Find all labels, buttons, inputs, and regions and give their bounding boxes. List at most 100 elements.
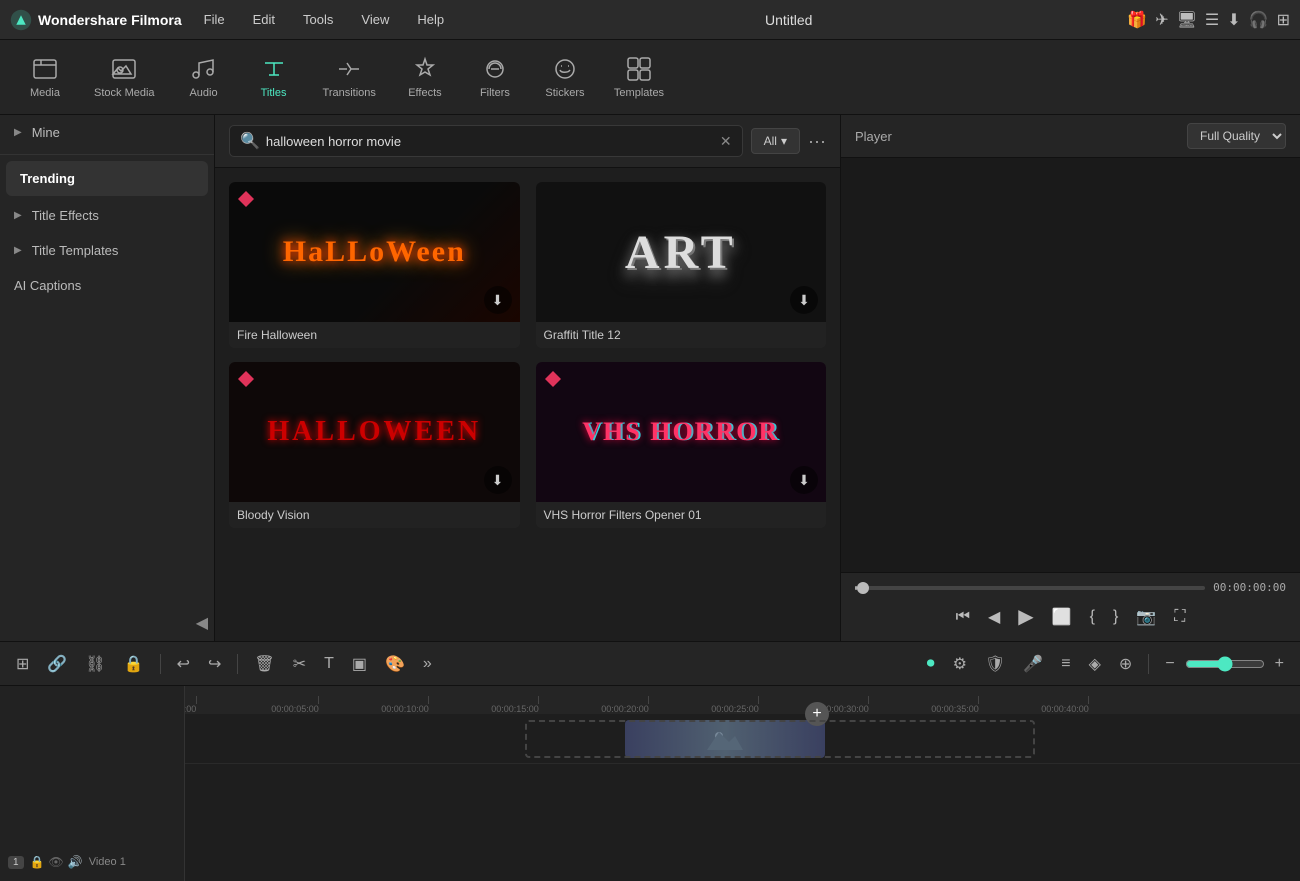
prev-frame-button[interactable]: ⏮ [952, 604, 974, 630]
more-options-button[interactable]: ··· [808, 131, 826, 152]
toolbar-transitions-label: Transitions [323, 87, 376, 99]
ai-tl-button[interactable]: ◈ [1083, 650, 1107, 678]
search-input[interactable] [266, 134, 714, 149]
record-button[interactable]: ⏺ [921, 651, 941, 677]
body-area: ▶ Mine Trending ▶ Title Effects ▶ Title … [0, 115, 1300, 641]
zoom-slider[interactable] [1185, 656, 1265, 672]
sidebar-item-title-templates[interactable]: ▶ Title Templates [0, 233, 214, 268]
toolbar-stickers[interactable]: Stickers [530, 49, 600, 105]
menu-edit[interactable]: Edit [247, 8, 281, 31]
timeline-body: 1 🔒 👁 🔊 Video 1 00:00 00:00:05:00 [0, 686, 1300, 881]
track-lock-icon[interactable]: 🔒 [30, 855, 45, 869]
grid-item-bloody-vision[interactable]: HALLOWEEN ⬇ Bloody Vision [229, 362, 520, 528]
ruler-mark-1: 00:00:05:00 [295, 696, 343, 714]
grid-label-fire-halloween: Fire Halloween [229, 322, 520, 348]
sidebar-title-templates-label: Title Templates [32, 243, 119, 258]
toolbar-titles[interactable]: Titles [239, 49, 309, 105]
sidebar-title-effects-label: Title Effects [32, 208, 99, 223]
snapshot-button[interactable]: 📷 [1132, 603, 1160, 631]
delete-button[interactable]: 🗑 [248, 650, 280, 678]
player-panel: Player Full Quality 1/2 Quality 1/4 Qual… [840, 115, 1300, 641]
sidebar-item-mine[interactable]: ▶ Mine [0, 115, 214, 150]
toolbar-templates[interactable]: Templates [600, 49, 678, 105]
text-button[interactable]: T [318, 651, 340, 677]
crop-button[interactable]: ⬜ [1048, 603, 1076, 631]
layout-icon[interactable]: ☰ [1205, 10, 1219, 30]
redo-button[interactable]: ↪ [202, 650, 227, 678]
bracket-close-button[interactable]: } [1109, 604, 1122, 630]
premium-badge-bloody [237, 370, 255, 388]
undo-button[interactable]: ↩ [171, 650, 196, 678]
timeline-tracks: + [185, 714, 1300, 881]
thumb-bloody-vision: HALLOWEEN ⬇ [229, 362, 520, 502]
download-btn-vhs[interactable]: ⬇ [790, 466, 818, 494]
collapse-panel-icon[interactable]: ◀ [196, 613, 208, 633]
sidebar-item-trending[interactable]: Trending [6, 161, 208, 196]
unlink-button[interactable]: ⛓ [79, 650, 111, 678]
toolbar-audio[interactable]: Audio [169, 49, 239, 105]
speed-button[interactable]: ≡ [1055, 651, 1076, 677]
sidebar-item-title-effects[interactable]: ▶ Title Effects [0, 198, 214, 233]
grid-label-bloody-vision: Bloody Vision [229, 502, 520, 528]
player-quality-select[interactable]: Full Quality 1/2 Quality 1/4 Quality [1187, 123, 1286, 149]
ruler-mark-3: 00:00:15:00 [515, 696, 563, 714]
send-icon[interactable]: ✈ [1155, 10, 1168, 30]
toolbar-transitions[interactable]: Transitions [309, 49, 390, 105]
track-visible-icon[interactable]: 👁 [49, 855, 64, 869]
play-button[interactable]: ▶ [1014, 600, 1037, 633]
grid-label-vhs-horror: VHS Horror Filters Opener 01 [536, 502, 827, 528]
timeline-separator-3 [1148, 654, 1149, 674]
motion-button[interactable]: ⚙ [947, 650, 973, 678]
download-icon[interactable]: ⬇ [1227, 10, 1240, 30]
toolbar-media-label: Media [30, 87, 60, 99]
search-clear-icon[interactable]: ✕ [720, 133, 732, 150]
download-btn-graffiti[interactable]: ⬇ [790, 286, 818, 314]
headphone-icon[interactable]: 🎧 [1249, 10, 1269, 30]
fullscreen-button[interactable]: ⛶ [1170, 604, 1189, 630]
insert-button[interactable]: ⊕ [1113, 650, 1138, 678]
menu-file[interactable]: File [198, 8, 231, 31]
window-title: Untitled [466, 12, 1111, 28]
more-tl-button[interactable]: » [417, 651, 438, 677]
download-btn-bloody[interactable]: ⬇ [484, 466, 512, 494]
monitor-icon[interactable]: 🖥 [1177, 10, 1197, 30]
audio-tl-button[interactable]: 🎤 [1017, 650, 1049, 678]
filter-dropdown[interactable]: All ▾ [751, 128, 800, 154]
menu-view[interactable]: View [355, 8, 395, 31]
toolbar-filters[interactable]: Filters [460, 49, 530, 105]
ruler-mark-8: 00:00:40:00 [1065, 696, 1113, 714]
zoom-out-button[interactable]: − [1159, 651, 1180, 677]
toolbar-stock-media[interactable]: Stock Media [80, 49, 169, 105]
progress-bar[interactable] [855, 586, 1205, 590]
color-button[interactable]: 🎨 [379, 650, 411, 678]
thumb-text-bloody: HALLOWEEN [267, 416, 481, 448]
add-media-button[interactable]: ⊞ [10, 650, 35, 678]
bracket-open-button[interactable]: { [1086, 604, 1099, 630]
lock-button[interactable]: 🔒 [118, 650, 150, 678]
link-button[interactable]: 🔗 [41, 650, 73, 678]
toolbar-effects[interactable]: Effects [390, 49, 460, 105]
menu-help[interactable]: Help [411, 8, 450, 31]
title-templates-chevron-icon: ▶ [14, 245, 22, 256]
toolbar-media[interactable]: Media [10, 49, 80, 105]
timeline-ruler-scroll[interactable]: 00:00 00:00:05:00 00:00:10:00 00:00:15:0… [185, 686, 1300, 881]
mine-chevron-icon: ▶ [14, 127, 22, 138]
sidebar-item-ai-captions[interactable]: AI Captions [0, 268, 214, 303]
grid-item-vhs-horror[interactable]: VHS HORROR ⬇ VHS Horror Filters Opener 0… [536, 362, 827, 528]
menu-tools[interactable]: Tools [297, 8, 339, 31]
thumb-text-vhs: VHS HORROR [582, 417, 779, 447]
thumb-graffiti: ART ⬇ [536, 182, 827, 322]
grid-icon[interactable]: ⊞ [1277, 10, 1290, 30]
play-backward-button[interactable]: ◀ [984, 603, 1004, 631]
grid-item-graffiti[interactable]: ART ⬇ Graffiti Title 12 [536, 182, 827, 348]
grid-item-fire-halloween[interactable]: HaLLoWeen ⬇ Fire Halloween [229, 182, 520, 348]
mask-button[interactable]: 🛡 [979, 650, 1011, 678]
left-panel: ▶ Mine Trending ▶ Title Effects ▶ Title … [0, 115, 215, 641]
gift-icon[interactable]: 🎁 [1127, 10, 1147, 30]
zoom-in-button[interactable]: + [1269, 651, 1290, 677]
progress-knob[interactable] [857, 582, 869, 594]
track-audio-icon[interactable]: 🔊 [68, 855, 83, 869]
download-btn-fire[interactable]: ⬇ [484, 286, 512, 314]
cut-button[interactable]: ✂ [287, 650, 312, 678]
crop-tl-button[interactable]: ▣ [346, 650, 373, 678]
